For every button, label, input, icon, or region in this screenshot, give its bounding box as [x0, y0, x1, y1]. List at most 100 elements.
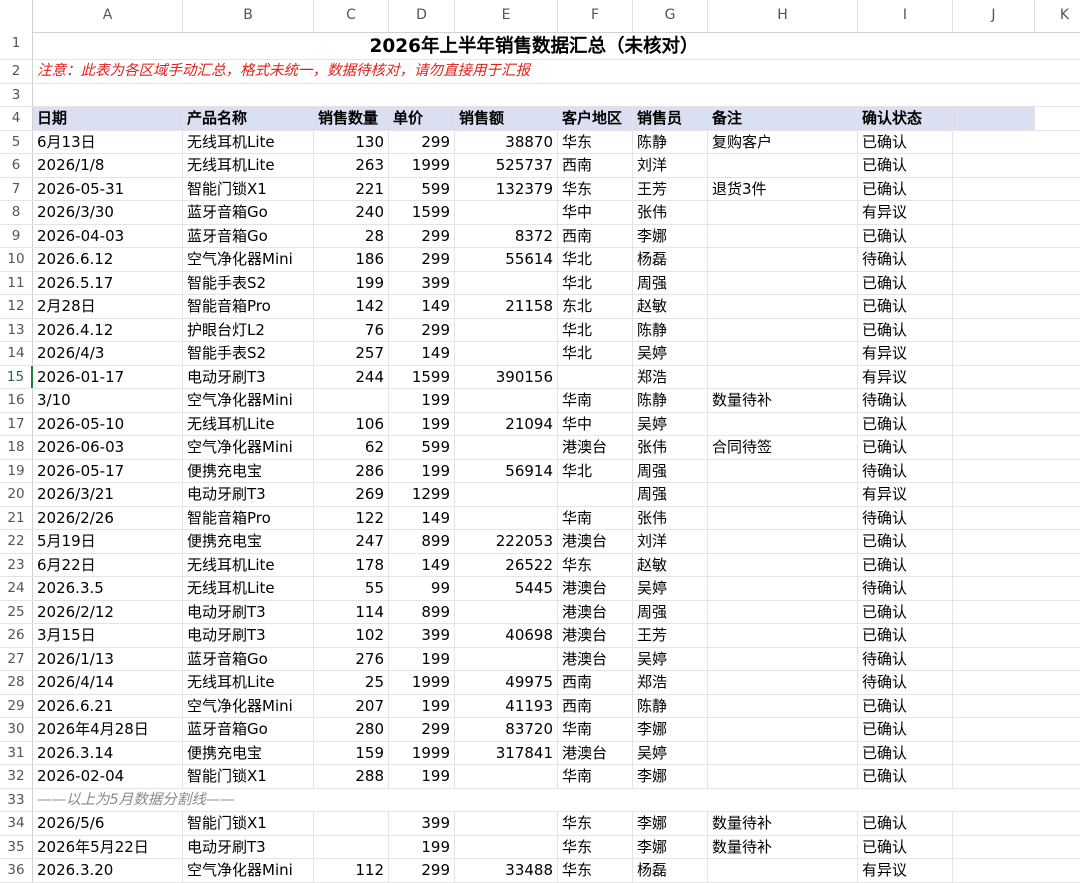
data-cell[interactable]: 26522 [455, 553, 558, 576]
data-cell[interactable]: 5月19日 [33, 530, 183, 553]
data-cell[interactable] [708, 671, 858, 694]
data-cell[interactable]: 286 [314, 459, 389, 482]
data-cell[interactable] [708, 577, 858, 600]
data-cell[interactable]: 149 [389, 342, 455, 365]
row-header-5[interactable]: 5 [0, 130, 33, 153]
data-cell[interactable]: 张伟 [633, 436, 708, 459]
data-cell[interactable] [455, 342, 558, 365]
data-cell[interactable]: 21094 [455, 412, 558, 435]
sheet-title[interactable]: 2026年上半年销售数据汇总（未核对） [33, 32, 1035, 59]
data-cell[interactable] [708, 224, 858, 247]
data-cell[interactable]: 郑浩 [633, 671, 708, 694]
data-cell[interactable]: 149 [389, 553, 455, 576]
row-header-9[interactable]: 9 [0, 224, 33, 247]
data-cell[interactable]: 无线耳机Lite [183, 577, 314, 600]
data-cell[interactable]: 便携充电宝 [183, 459, 314, 482]
data-cell[interactable]: 142 [314, 295, 389, 318]
row-header-2[interactable]: 2 [0, 60, 33, 83]
data-cell[interactable]: 299 [389, 224, 455, 247]
data-cell[interactable]: 华中 [558, 412, 633, 435]
data-cell[interactable]: 智能门锁X1 [183, 765, 314, 788]
row-header-21[interactable]: 21 [0, 506, 33, 529]
data-cell[interactable] [708, 459, 858, 482]
row-header-32[interactable]: 32 [0, 765, 33, 788]
data-cell[interactable]: 华北 [558, 318, 633, 341]
data-cell[interactable]: 247 [314, 530, 389, 553]
data-cell[interactable] [708, 859, 858, 882]
column-header-k[interactable]: K [1035, 0, 1080, 32]
data-cell[interactable] [455, 600, 558, 623]
data-cell[interactable]: 已确认 [858, 624, 953, 647]
data-cell[interactable]: 李娜 [633, 718, 708, 741]
column-header-g[interactable]: G [633, 0, 708, 32]
data-cell[interactable]: 电动牙刷T3 [183, 483, 314, 506]
data-cell[interactable] [708, 718, 858, 741]
header-cell[interactable]: 销售数量 [314, 107, 389, 130]
data-cell[interactable]: 吴婷 [633, 342, 708, 365]
data-cell[interactable] [708, 694, 858, 717]
column-header-h[interactable]: H [708, 0, 858, 32]
row-header-12[interactable]: 12 [0, 295, 33, 318]
data-cell[interactable]: 吴婷 [633, 577, 708, 600]
data-cell[interactable]: 电动牙刷T3 [183, 835, 314, 858]
data-cell[interactable]: 西南 [558, 154, 633, 177]
data-cell[interactable]: 112 [314, 859, 389, 882]
data-cell[interactable]: 华东 [558, 859, 633, 882]
data-cell[interactable]: 已确认 [858, 130, 953, 153]
data-cell[interactable]: 华南 [558, 765, 633, 788]
header-cell[interactable]: 销售员 [633, 107, 708, 130]
data-cell[interactable] [708, 600, 858, 623]
column-header-c[interactable]: C [314, 0, 389, 32]
data-cell[interactable] [455, 765, 558, 788]
data-cell[interactable]: 已确认 [858, 553, 953, 576]
data-cell[interactable]: 已确认 [858, 412, 953, 435]
data-cell[interactable]: 6月13日 [33, 130, 183, 153]
data-cell[interactable]: 76 [314, 318, 389, 341]
data-cell[interactable] [708, 483, 858, 506]
row-header-11[interactable]: 11 [0, 271, 33, 294]
data-cell[interactable]: 有异议 [858, 859, 953, 882]
data-cell[interactable]: 1299 [389, 483, 455, 506]
data-cell[interactable]: 49975 [455, 671, 558, 694]
data-cell[interactable]: 130 [314, 130, 389, 153]
data-cell[interactable]: 280 [314, 718, 389, 741]
data-cell[interactable] [708, 248, 858, 271]
data-cell[interactable]: 无线耳机Lite [183, 553, 314, 576]
data-cell[interactable]: 2026.3.5 [33, 577, 183, 600]
row-header-14[interactable]: 14 [0, 342, 33, 365]
data-cell[interactable]: 有异议 [858, 365, 953, 388]
data-cell[interactable]: 3月15日 [33, 624, 183, 647]
data-cell[interactable] [708, 201, 858, 224]
data-cell[interactable]: 华北 [558, 248, 633, 271]
data-cell[interactable]: 西南 [558, 224, 633, 247]
data-cell[interactable]: 已确认 [858, 295, 953, 318]
data-cell[interactable]: 华南 [558, 506, 633, 529]
data-cell[interactable]: 299 [389, 130, 455, 153]
data-cell[interactable]: 3/10 [33, 389, 183, 412]
data-cell[interactable]: 华北 [558, 459, 633, 482]
data-cell[interactable] [314, 812, 389, 835]
data-cell[interactable] [455, 812, 558, 835]
row-header-25[interactable]: 25 [0, 600, 33, 623]
data-cell[interactable]: 106 [314, 412, 389, 435]
data-cell[interactable]: 吴婷 [633, 412, 708, 435]
data-cell[interactable]: 83720 [455, 718, 558, 741]
data-cell[interactable]: 199 [389, 765, 455, 788]
data-cell[interactable]: 199 [389, 389, 455, 412]
data-cell[interactable]: 已确认 [858, 765, 953, 788]
data-cell[interactable]: 276 [314, 647, 389, 670]
data-cell[interactable]: 已确认 [858, 224, 953, 247]
row-header-7[interactable]: 7 [0, 177, 33, 200]
data-cell[interactable]: 599 [389, 436, 455, 459]
data-cell[interactable] [708, 318, 858, 341]
data-cell[interactable] [708, 553, 858, 576]
row-header-10[interactable]: 10 [0, 248, 33, 271]
data-cell[interactable]: 周强 [633, 271, 708, 294]
data-cell[interactable]: 待确认 [858, 577, 953, 600]
data-cell[interactable]: 299 [389, 718, 455, 741]
warning-note[interactable]: 注意：此表为各区域手动汇总，格式未统一，数据待核对，请勿直接用于汇报 [37, 60, 530, 83]
data-cell[interactable]: 电动牙刷T3 [183, 365, 314, 388]
data-cell[interactable]: 华东 [558, 553, 633, 576]
data-cell[interactable]: 25 [314, 671, 389, 694]
row-header-8[interactable]: 8 [0, 201, 33, 224]
